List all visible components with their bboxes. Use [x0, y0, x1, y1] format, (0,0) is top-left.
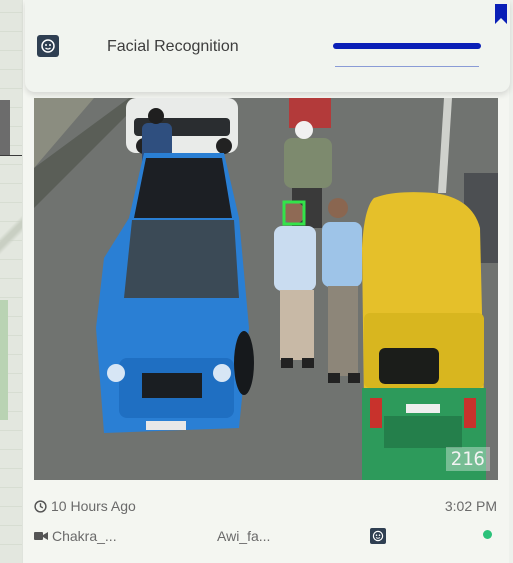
camera-label: Chakra_...: [52, 528, 117, 544]
card-title: Facial Recognition: [107, 38, 239, 55]
card-header: Facial Recognition: [25, 0, 510, 92]
clock-icon: [34, 499, 47, 513]
time-ago: 10 Hours Ago: [34, 498, 136, 514]
time-ago-label: 10 Hours Ago: [51, 498, 136, 514]
video-camera-icon: [34, 532, 48, 540]
face-icon: [370, 528, 386, 544]
detection-card[interactable]: Facial Recognition 216 10 Hours Ago 3:02…: [22, 0, 510, 563]
map-park: [0, 300, 8, 420]
timestamp: 3:02 PM: [444, 498, 497, 514]
map-block: [0, 100, 10, 155]
status-dot: [483, 530, 492, 539]
frame-counter: 216: [445, 447, 490, 471]
face-icon: [37, 35, 59, 57]
camera-name[interactable]: Chakra_...: [34, 528, 117, 544]
camera-snapshot[interactable]: 216: [34, 98, 498, 480]
card-meta: Chakra_... Awi_fa...: [34, 528, 500, 548]
street-scene: [34, 98, 498, 480]
progress-bar: [333, 43, 481, 49]
progress-underline: [335, 66, 479, 67]
source-name: Awi_fa...: [217, 528, 271, 544]
bookmark-icon[interactable]: [494, 4, 508, 24]
